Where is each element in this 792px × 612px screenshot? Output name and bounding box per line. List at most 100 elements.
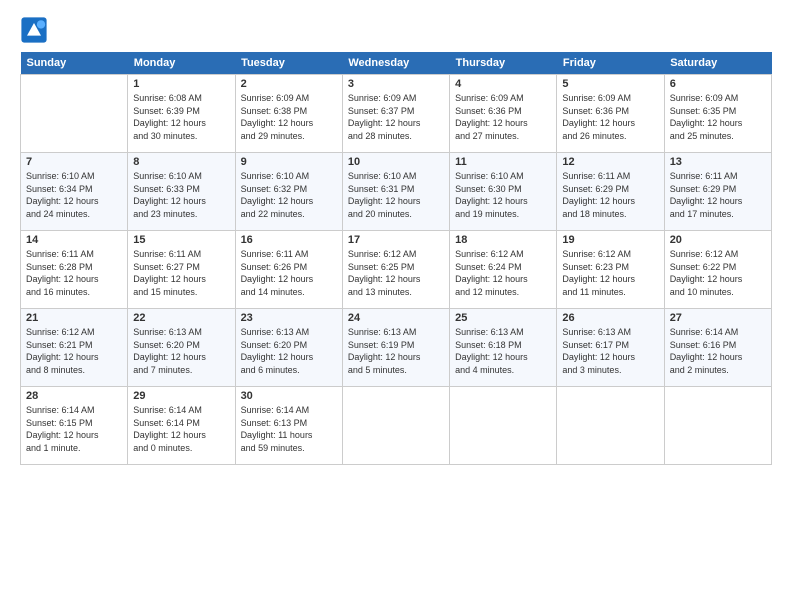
calendar-cell: 21 Sunrise: 6:12 AM Sunset: 6:21 PM Dayli… — [21, 309, 128, 387]
calendar-cell — [664, 387, 771, 465]
calendar-cell: 14Sunrise: 6:11 AM Sunset: 6:28 PM Dayli… — [21, 231, 128, 309]
calendar-cell: 6 Sunrise: 6:09 AM Sunset: 6:35 PM Daylig… — [664, 75, 771, 153]
header-cell-saturday: Saturday — [664, 52, 771, 75]
day-info: Sunrise: 6:09 AM Sunset: 6:35 PM Dayligh… — [670, 92, 766, 142]
calendar-cell: 2 Sunrise: 6:09 AM Sunset: 6:38 PM Daylig… — [235, 75, 342, 153]
day-info: Sunrise: 6:14 AM Sunset: 6:15 PM Dayligh… — [26, 404, 122, 454]
calendar-cell: 16 Sunrise: 6:11 AM Sunset: 6:26 PM Dayli… — [235, 231, 342, 309]
header-cell-monday: Monday — [128, 52, 235, 75]
day-number: 9 — [241, 156, 337, 168]
day-info: Sunrise: 6:13 AM Sunset: 6:19 PM Dayligh… — [348, 326, 444, 376]
day-info: Sunrise: 6:12 AM Sunset: 6:21 PM Dayligh… — [26, 326, 122, 376]
header-cell-wednesday: Wednesday — [342, 52, 449, 75]
calendar-body: 1 Sunrise: 6:08 AM Sunset: 6:39 PM Daylig… — [21, 75, 772, 465]
calendar-cell — [342, 387, 449, 465]
day-info: Sunrise: 6:11 AM Sunset: 6:26 PM Dayligh… — [241, 248, 337, 298]
calendar-cell: 11 Sunrise: 6:10 AM Sunset: 6:30 PM Dayli… — [450, 153, 557, 231]
week-row-2: 7Sunrise: 6:10 AM Sunset: 6:34 PM Daylig… — [21, 153, 772, 231]
day-info: Sunrise: 6:09 AM Sunset: 6:38 PM Dayligh… — [241, 92, 337, 142]
day-info: Sunrise: 6:10 AM Sunset: 6:34 PM Dayligh… — [26, 170, 122, 220]
week-row-3: 14Sunrise: 6:11 AM Sunset: 6:28 PM Dayli… — [21, 231, 772, 309]
calendar-cell: 18 Sunrise: 6:12 AM Sunset: 6:24 PM Dayli… — [450, 231, 557, 309]
day-number: 2 — [241, 78, 337, 90]
calendar-table: SundayMondayTuesdayWednesdayThursdayFrid… — [20, 52, 772, 465]
day-info: Sunrise: 6:10 AM Sunset: 6:32 PM Dayligh… — [241, 170, 337, 220]
header-cell-thursday: Thursday — [450, 52, 557, 75]
week-row-5: 28 Sunrise: 6:14 AM Sunset: 6:15 PM Dayli… — [21, 387, 772, 465]
day-info: Sunrise: 6:11 AM Sunset: 6:28 PM Dayligh… — [26, 248, 122, 298]
day-info: Sunrise: 6:12 AM Sunset: 6:25 PM Dayligh… — [348, 248, 444, 298]
calendar-cell: 5 Sunrise: 6:09 AM Sunset: 6:36 PM Daylig… — [557, 75, 664, 153]
calendar-cell: 26 Sunrise: 6:13 AM Sunset: 6:17 PM Dayli… — [557, 309, 664, 387]
header-row: SundayMondayTuesdayWednesdayThursdayFrid… — [21, 52, 772, 75]
day-info: Sunrise: 6:10 AM Sunset: 6:33 PM Dayligh… — [133, 170, 229, 220]
day-info: Sunrise: 6:14 AM Sunset: 6:16 PM Dayligh… — [670, 326, 766, 376]
calendar-cell: 4Sunrise: 6:09 AM Sunset: 6:36 PM Daylig… — [450, 75, 557, 153]
day-number: 29 — [133, 390, 229, 402]
calendar-cell: 30 Sunrise: 6:14 AM Sunset: 6:13 PM Dayli… — [235, 387, 342, 465]
day-number: 5 — [562, 78, 658, 90]
calendar-cell: 23 Sunrise: 6:13 AM Sunset: 6:20 PM Dayli… — [235, 309, 342, 387]
calendar-cell: 3 Sunrise: 6:09 AM Sunset: 6:37 PM Daylig… — [342, 75, 449, 153]
calendar-cell — [21, 75, 128, 153]
day-info: Sunrise: 6:11 AM Sunset: 6:29 PM Dayligh… — [562, 170, 658, 220]
logo-icon — [20, 16, 48, 44]
day-info: Sunrise: 6:12 AM Sunset: 6:24 PM Dayligh… — [455, 248, 551, 298]
calendar-cell — [557, 387, 664, 465]
calendar-cell: 13Sunrise: 6:11 AM Sunset: 6:29 PM Dayli… — [664, 153, 771, 231]
day-number: 16 — [241, 234, 337, 246]
calendar-cell: 1 Sunrise: 6:08 AM Sunset: 6:39 PM Daylig… — [128, 75, 235, 153]
day-info: Sunrise: 6:10 AM Sunset: 6:31 PM Dayligh… — [348, 170, 444, 220]
day-number: 1 — [133, 78, 229, 90]
day-info: Sunrise: 6:13 AM Sunset: 6:20 PM Dayligh… — [133, 326, 229, 376]
calendar-cell: 20Sunrise: 6:12 AM Sunset: 6:22 PM Dayli… — [664, 231, 771, 309]
logo — [20, 16, 52, 44]
day-number: 3 — [348, 78, 444, 90]
day-number: 11 — [455, 156, 551, 168]
calendar-cell: 28 Sunrise: 6:14 AM Sunset: 6:15 PM Dayli… — [21, 387, 128, 465]
day-number: 18 — [455, 234, 551, 246]
day-info: Sunrise: 6:13 AM Sunset: 6:17 PM Dayligh… — [562, 326, 658, 376]
day-number: 21 — [26, 312, 122, 324]
calendar-cell: 27 Sunrise: 6:14 AM Sunset: 6:16 PM Dayli… — [664, 309, 771, 387]
calendar-cell: 12 Sunrise: 6:11 AM Sunset: 6:29 PM Dayli… — [557, 153, 664, 231]
day-number: 27 — [670, 312, 766, 324]
calendar-cell: 7Sunrise: 6:10 AM Sunset: 6:34 PM Daylig… — [21, 153, 128, 231]
day-info: Sunrise: 6:08 AM Sunset: 6:39 PM Dayligh… — [133, 92, 229, 142]
day-number: 6 — [670, 78, 766, 90]
day-info: Sunrise: 6:11 AM Sunset: 6:27 PM Dayligh… — [133, 248, 229, 298]
day-info: Sunrise: 6:09 AM Sunset: 6:37 PM Dayligh… — [348, 92, 444, 142]
calendar-cell: 22 Sunrise: 6:13 AM Sunset: 6:20 PM Dayli… — [128, 309, 235, 387]
day-info: Sunrise: 6:12 AM Sunset: 6:22 PM Dayligh… — [670, 248, 766, 298]
day-info: Sunrise: 6:11 AM Sunset: 6:29 PM Dayligh… — [670, 170, 766, 220]
week-row-4: 21 Sunrise: 6:12 AM Sunset: 6:21 PM Dayli… — [21, 309, 772, 387]
calendar-cell: 25Sunrise: 6:13 AM Sunset: 6:18 PM Dayli… — [450, 309, 557, 387]
day-number: 30 — [241, 390, 337, 402]
day-info: Sunrise: 6:10 AM Sunset: 6:30 PM Dayligh… — [455, 170, 551, 220]
day-number: 8 — [133, 156, 229, 168]
day-number: 23 — [241, 312, 337, 324]
day-info: Sunrise: 6:14 AM Sunset: 6:14 PM Dayligh… — [133, 404, 229, 454]
week-row-1: 1 Sunrise: 6:08 AM Sunset: 6:39 PM Daylig… — [21, 75, 772, 153]
page: SundayMondayTuesdayWednesdayThursdayFrid… — [0, 0, 792, 612]
day-info: Sunrise: 6:09 AM Sunset: 6:36 PM Dayligh… — [562, 92, 658, 142]
header-cell-friday: Friday — [557, 52, 664, 75]
day-info: Sunrise: 6:13 AM Sunset: 6:20 PM Dayligh… — [241, 326, 337, 376]
calendar-cell: 19Sunrise: 6:12 AM Sunset: 6:23 PM Dayli… — [557, 231, 664, 309]
calendar-header: SundayMondayTuesdayWednesdayThursdayFrid… — [21, 52, 772, 75]
day-number: 22 — [133, 312, 229, 324]
calendar-cell: 17 Sunrise: 6:12 AM Sunset: 6:25 PM Dayli… — [342, 231, 449, 309]
header — [20, 16, 772, 44]
calendar-cell: 29 Sunrise: 6:14 AM Sunset: 6:14 PM Dayli… — [128, 387, 235, 465]
day-number: 26 — [562, 312, 658, 324]
calendar-cell — [450, 387, 557, 465]
day-number: 10 — [348, 156, 444, 168]
day-number: 17 — [348, 234, 444, 246]
day-number: 12 — [562, 156, 658, 168]
day-info: Sunrise: 6:13 AM Sunset: 6:18 PM Dayligh… — [455, 326, 551, 376]
day-info: Sunrise: 6:09 AM Sunset: 6:36 PM Dayligh… — [455, 92, 551, 142]
day-number: 28 — [26, 390, 122, 402]
calendar-cell: 9 Sunrise: 6:10 AM Sunset: 6:32 PM Daylig… — [235, 153, 342, 231]
day-number: 15 — [133, 234, 229, 246]
day-info: Sunrise: 6:14 AM Sunset: 6:13 PM Dayligh… — [241, 404, 337, 454]
